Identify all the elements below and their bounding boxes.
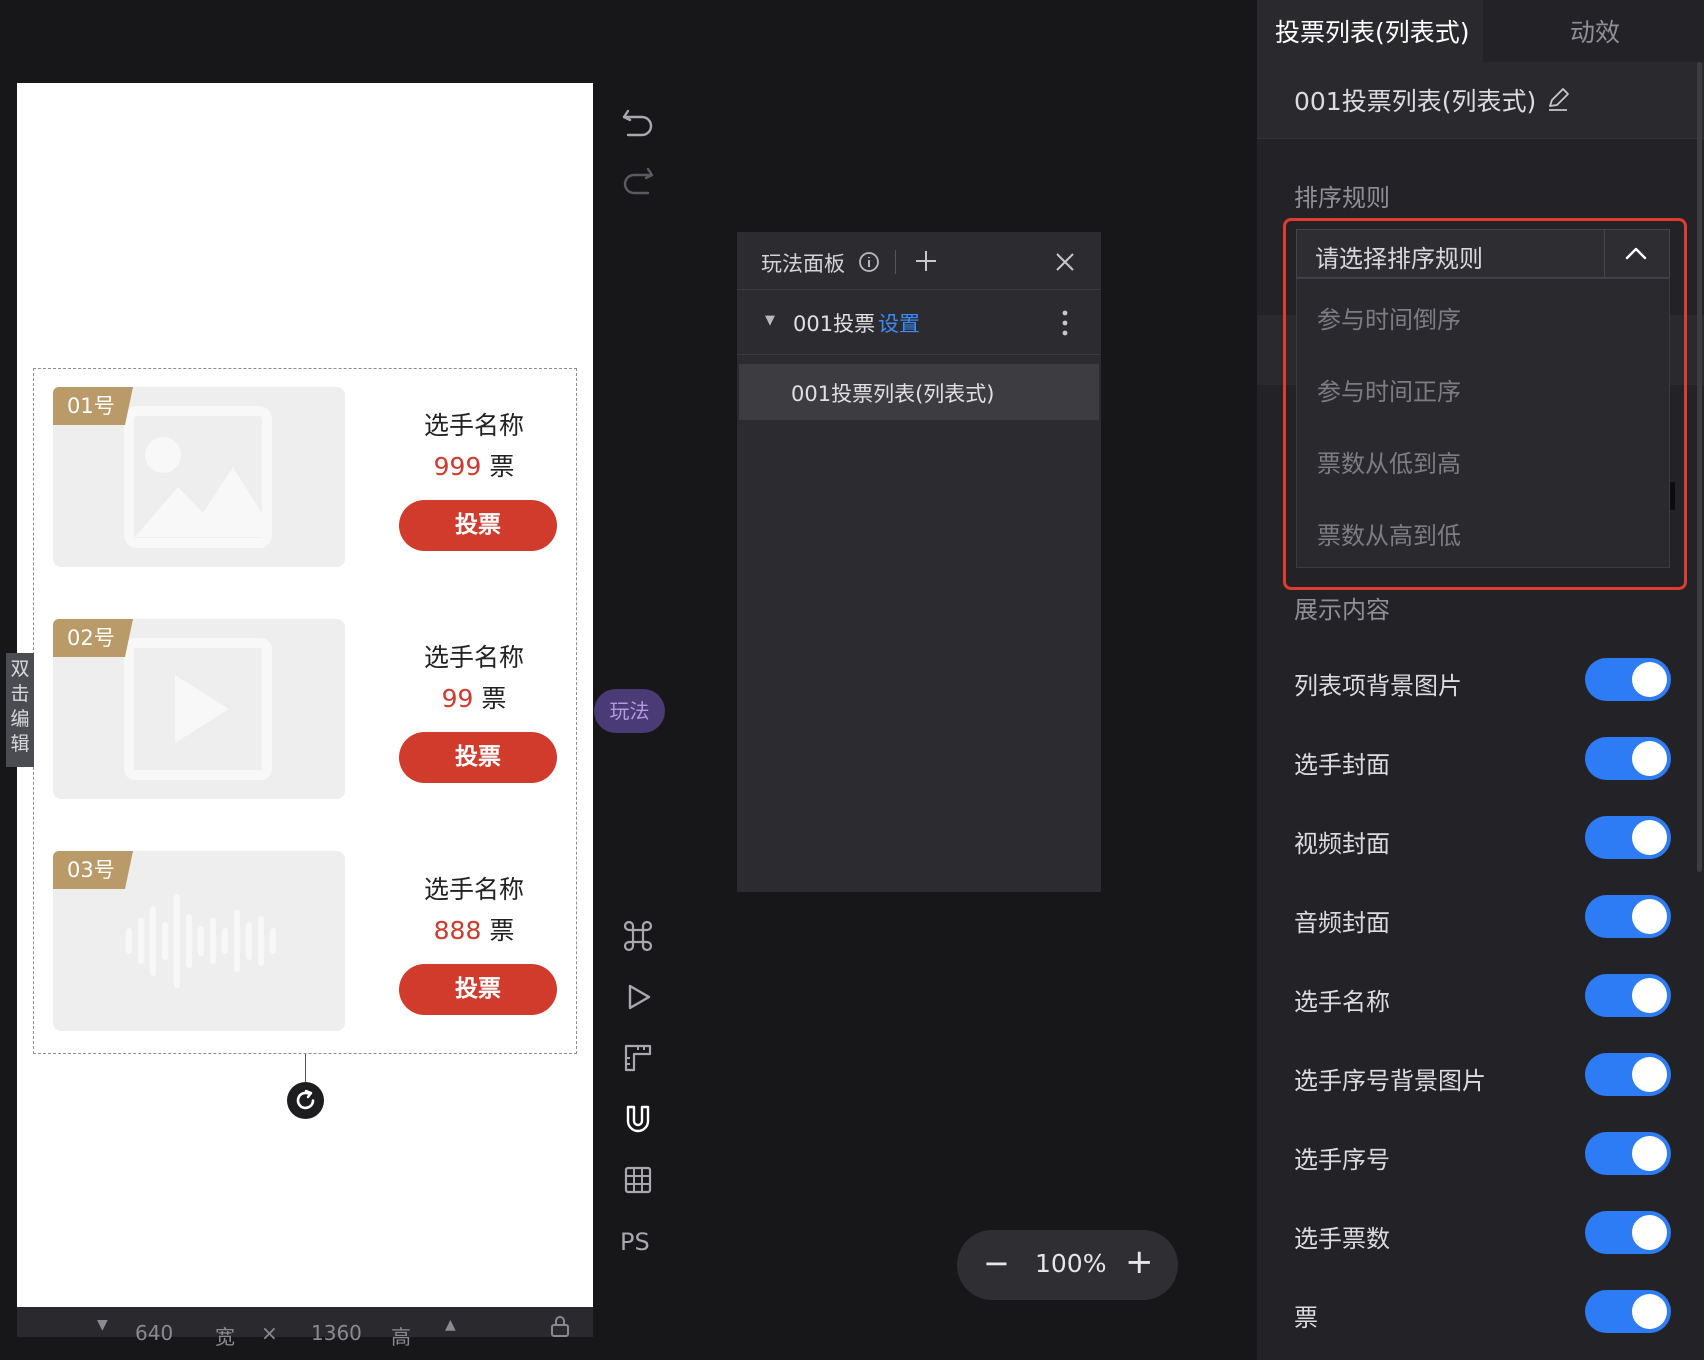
add-icon[interactable]	[913, 248, 939, 274]
info-icon[interactable]	[857, 250, 881, 274]
caret-down-icon[interactable]: ▼	[97, 1317, 108, 1333]
grid-icon[interactable]	[620, 1162, 656, 1198]
sort-option[interactable]: 参与时间倒序	[1317, 300, 1461, 335]
sort-option[interactable]: 参与时间正序	[1317, 372, 1461, 407]
toggle-label: 列表项背景图片	[1294, 672, 1462, 700]
sort-rule-select[interactable]: 请选择排序规则	[1296, 229, 1670, 278]
width-unit: 宽	[215, 1325, 235, 1349]
vote-count: 999	[433, 452, 482, 481]
tab-vote-list[interactable]: 投票列表(列表式)	[1275, 13, 1470, 49]
play-group-settings-link[interactable]: 设置	[878, 308, 920, 338]
redo-icon[interactable]	[620, 163, 656, 199]
candidate-name: 选手名称	[423, 643, 524, 672]
play-group-row[interactable]: ▼ 001投票 设置	[737, 291, 1101, 355]
toggle-video-cover[interactable]	[1585, 816, 1671, 859]
toggle-label: 音频封面	[1294, 909, 1390, 937]
toggle-label: 选手票数	[1294, 1225, 1390, 1253]
image-icon	[124, 406, 272, 548]
times-sign: ×	[261, 1321, 278, 1345]
toggle-number-bg-image[interactable]	[1585, 1053, 1671, 1096]
caret-down-icon[interactable]: ▼	[765, 313, 775, 328]
toggle-label: 票	[1294, 1304, 1318, 1332]
toggle-vote-unit[interactable]	[1585, 1290, 1671, 1333]
vote-count: 888	[433, 916, 482, 945]
chevron-up-icon[interactable]	[1623, 242, 1649, 264]
candidate-votes: 99 票	[400, 679, 548, 715]
toggle-candidate-number[interactable]	[1585, 1132, 1671, 1175]
audio-icon	[126, 894, 276, 988]
properties-panel: 投票列表(列表式) 动效 001投票列表(列表式) 排序规则 展示内容 列表项背…	[1257, 0, 1704, 1360]
rotate-icon	[296, 1089, 315, 1110]
play-icon[interactable]	[620, 979, 656, 1015]
zoom-control: − 100% +	[957, 1230, 1178, 1300]
command-icon[interactable]	[620, 918, 656, 954]
height-value[interactable]: 1360	[311, 1321, 362, 1345]
vote-unit: 票	[489, 452, 515, 481]
vote-button[interactable]: 投票	[399, 964, 557, 1015]
candidate-name: 选手名称	[423, 411, 524, 440]
play-panel-title: 玩法面板	[761, 252, 845, 276]
candidate-badge: 01号	[53, 387, 133, 425]
ruler-icon[interactable]	[620, 1040, 656, 1076]
candidate-badge: 02号	[53, 619, 133, 657]
undo-icon[interactable]	[620, 105, 656, 141]
candidate-votes: 888 票	[400, 911, 548, 947]
play-mode-tag[interactable]: 玩法	[594, 689, 665, 733]
toggle-label: 选手序号	[1294, 1146, 1390, 1174]
lock-icon[interactable]	[549, 1315, 571, 1342]
toggle-label: 视频封面	[1294, 830, 1390, 858]
candidate-badge: 03号	[53, 851, 133, 889]
vote-button[interactable]: 投票	[399, 732, 557, 783]
panel-scrollbar[interactable]	[1697, 62, 1702, 872]
toggle-candidate-cover[interactable]	[1585, 737, 1671, 780]
toggle-list-item-bg-image[interactable]	[1585, 658, 1671, 701]
rotate-handle-stem	[305, 1054, 306, 1082]
property-tabs: 投票列表(列表式) 动效	[1257, 0, 1704, 62]
canvas-size-bar: ▼ 640 宽 × 1360 高 ▲	[17, 1307, 593, 1349]
toggle-audio-cover[interactable]	[1585, 895, 1671, 938]
toggle-label: 选手名称	[1294, 988, 1390, 1016]
play-item-label: 001投票列表(列表式)	[791, 382, 995, 406]
vote-unit: 票	[481, 684, 507, 713]
sort-option[interactable]: 票数从高到低	[1317, 516, 1461, 551]
video-icon	[124, 638, 272, 780]
vote-count: 99	[441, 684, 474, 713]
sort-option[interactable]: 票数从低到高	[1317, 444, 1461, 479]
sort-rule-options: 参与时间倒序 参与时间正序 票数从低到高 票数从高到低	[1296, 278, 1670, 568]
candidate-votes: 999 票	[400, 447, 548, 483]
toggle-candidate-votes[interactable]	[1585, 1211, 1671, 1254]
magnet-icon[interactable]	[620, 1101, 656, 1137]
tab-animation[interactable]: 动效	[1570, 13, 1620, 49]
component-name-row: 001投票列表(列表式)	[1257, 62, 1704, 139]
width-value[interactable]: 640	[135, 1321, 173, 1345]
toggle-candidate-name[interactable]	[1585, 974, 1671, 1017]
candidate-name: 选手名称	[423, 875, 524, 904]
double-click-edit-tab[interactable]: 双击编辑	[6, 653, 34, 767]
play-group-name: 001投票	[793, 312, 876, 336]
ps-import-button[interactable]: PS	[620, 1224, 656, 1260]
select-divider	[1604, 230, 1605, 277]
dropdown-scrollbar[interactable]	[1670, 482, 1675, 510]
height-unit: 高	[391, 1325, 411, 1349]
zoom-level: 100%	[1035, 1249, 1107, 1278]
play-panel: 玩法面板 ▼ 001投票 设置 001投票列表(列表式)	[737, 232, 1101, 892]
close-icon[interactable]	[1053, 250, 1077, 274]
header-divider	[895, 250, 896, 274]
toggle-label: 选手序号背景图片	[1294, 1067, 1486, 1095]
display-content-label: 展示内容	[1294, 596, 1390, 624]
toggle-label: 选手封面	[1294, 751, 1390, 779]
rotate-handle[interactable]	[287, 1082, 324, 1119]
sort-rule-label: 排序规则	[1294, 184, 1390, 212]
caret-up-icon[interactable]: ▲	[445, 1317, 456, 1333]
zoom-out-button[interactable]: −	[983, 1244, 1010, 1282]
edit-icon[interactable]	[1545, 86, 1571, 112]
play-item-row[interactable]: 001投票列表(列表式)	[739, 364, 1099, 420]
play-panel-header: 玩法面板	[737, 232, 1101, 290]
component-name: 001投票列表(列表式)	[1294, 87, 1537, 116]
vote-unit: 票	[489, 916, 515, 945]
more-vertical-icon[interactable]	[1059, 309, 1071, 337]
select-placeholder: 请选择排序规则	[1315, 245, 1483, 273]
vote-button[interactable]: 投票	[399, 500, 557, 551]
zoom-in-button[interactable]: +	[1125, 1242, 1154, 1282]
